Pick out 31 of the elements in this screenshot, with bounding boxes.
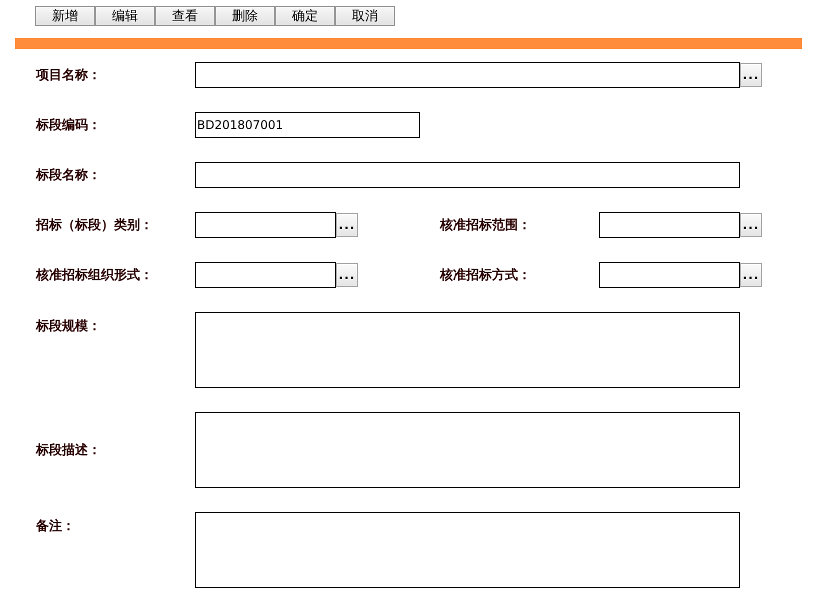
lookup-field[interactable] [195,212,336,238]
field-label: 标段描述： [36,442,102,459]
field-label: 备注： [36,518,76,535]
field-label: 招标（标段）类别： [36,217,154,234]
text-area[interactable] [195,312,740,388]
toolbar-button[interactable]: 删除 [215,6,275,26]
toolbar-button[interactable]: 编辑 [95,6,155,26]
text-area[interactable] [195,412,740,488]
field-label: 标段名称： [36,167,102,184]
browse-button[interactable]: ... [740,213,762,237]
lookup-field[interactable] [599,212,740,238]
lookup-field[interactable] [195,62,740,88]
lookup-field[interactable] [195,262,336,288]
toolbar-button[interactable]: 查看 [155,6,215,26]
lookup-field[interactable] [599,262,740,288]
field-label: 核准招标组织形式： [36,267,154,284]
browse-button[interactable]: ... [336,213,358,237]
text-field[interactable] [195,162,740,188]
field-label: 项目名称： [36,67,102,84]
code-field[interactable]: BD201807001 [195,112,420,138]
text-area[interactable] [195,512,740,588]
toolbar-button[interactable]: 取消 [335,6,395,26]
field-label: 标段规模： [36,318,102,335]
browse-button[interactable]: ... [336,263,358,287]
toolbar-button[interactable]: 确定 [275,6,335,26]
field-label: 核准招标方式： [440,266,532,284]
browse-button[interactable]: ... [740,63,762,87]
field-label: 标段编码： [36,116,102,134]
toolbar-button[interactable]: 新增 [35,6,95,26]
field-label: 核准招标范围： [440,217,532,234]
browse-button[interactable]: ... [740,263,762,287]
